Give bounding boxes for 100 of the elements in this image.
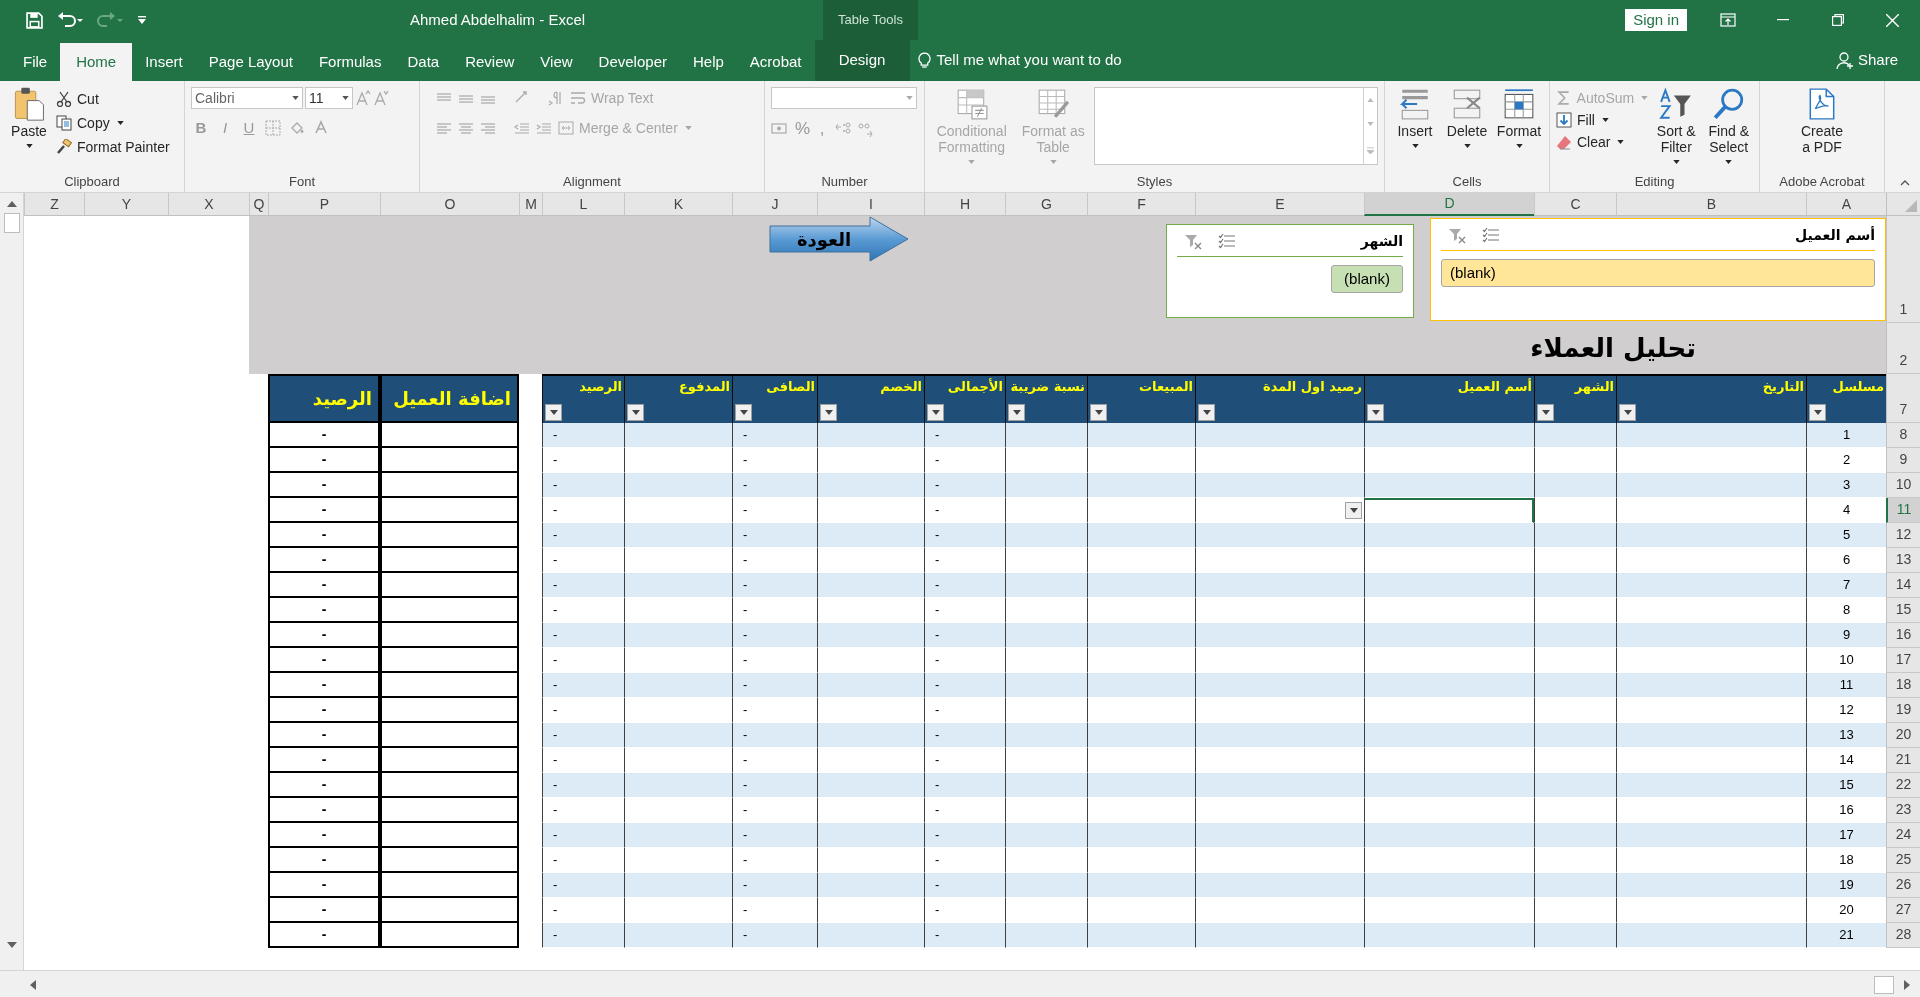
row-header[interactable]: 24 <box>1886 823 1920 848</box>
close-icon[interactable] <box>1886 13 1899 27</box>
ribbon-tab[interactable]: Help <box>679 43 737 81</box>
find-select-button[interactable]: Find & Select <box>1704 87 1753 164</box>
filter-dropdown-button[interactable] <box>927 404 944 421</box>
row-header[interactable]: 21 <box>1886 748 1920 773</box>
column-header[interactable]: I <box>817 193 924 216</box>
ribbon-tab[interactable]: Design <box>814 40 910 81</box>
font-name-field[interactable]: Calibri <box>191 87 303 109</box>
format-button[interactable]: Format <box>1495 87 1543 148</box>
row-header[interactable]: 17 <box>1886 648 1920 673</box>
sort-filter-button[interactable]: Sort & Filter <box>1652 87 1701 164</box>
customize-caret-icon[interactable] <box>137 15 147 25</box>
row-header[interactable]: 20 <box>1886 723 1920 748</box>
shrink-font-icon[interactable] <box>373 90 389 106</box>
column-header[interactable]: E <box>1195 193 1364 216</box>
save-icon[interactable] <box>26 11 43 29</box>
row-header[interactable]: 28 <box>1886 923 1920 948</box>
ribbon-tab[interactable]: Formulas <box>305 43 395 81</box>
row-header[interactable]: 18 <box>1886 673 1920 698</box>
text-direction-icon[interactable] <box>548 90 564 106</box>
ribbon-tab[interactable]: Insert <box>132 43 196 81</box>
insert-button[interactable]: Insert <box>1391 87 1439 148</box>
row-header[interactable]: 19 <box>1886 698 1920 723</box>
undo-icon[interactable] <box>57 12 83 28</box>
tell-me-field[interactable]: Tell me what you want to do <box>936 49 1122 72</box>
column-header[interactable]: H <box>924 193 1005 216</box>
scroll-left-icon[interactable] <box>30 979 36 990</box>
row-header[interactable]: 9 <box>1886 448 1920 473</box>
multi-select-icon[interactable] <box>1217 233 1237 250</box>
column-header[interactable]: F <box>1087 193 1195 216</box>
filter-dropdown-button[interactable] <box>1198 404 1215 421</box>
copy-button[interactable]: Copy <box>56 112 170 134</box>
filter-dropdown-button[interactable] <box>1809 404 1826 421</box>
ribbon-tab[interactable]: View <box>527 43 586 81</box>
column-header[interactable]: L <box>542 193 624 216</box>
ribbon-tab[interactable]: Data <box>394 43 453 81</box>
filter-dropdown-button[interactable] <box>1619 404 1636 421</box>
slicer-item[interactable]: (blank) <box>1441 259 1875 287</box>
row-header[interactable]: 27 <box>1886 898 1920 923</box>
filter-dropdown-button[interactable] <box>820 404 837 421</box>
column-header[interactable]: X <box>168 193 249 216</box>
row-header[interactable]: 15 <box>1886 598 1920 623</box>
column-header[interactable]: A <box>1806 193 1886 216</box>
row-header[interactable]: 2 <box>1886 323 1920 374</box>
scroll-down-icon[interactable] <box>6 942 17 948</box>
ribbon-tab[interactable]: Page Layout <box>195 43 306 81</box>
multi-select-icon[interactable] <box>1481 227 1501 244</box>
share-button[interactable]: Share <box>1835 40 1920 81</box>
ribbon-tab[interactable]: Review <box>452 43 528 81</box>
column-header[interactable]: Y <box>84 193 168 216</box>
minimize-icon[interactable] <box>1776 19 1789 21</box>
more-styles-icon[interactable] <box>1367 146 1374 154</box>
collapse-ribbon-icon[interactable] <box>1900 180 1910 186</box>
restore-icon[interactable] <box>1831 14 1844 26</box>
row-header[interactable]: 16 <box>1886 623 1920 648</box>
slicer-item[interactable]: (blank) <box>1331 265 1403 293</box>
row-header[interactable]: 1 <box>1886 216 1920 323</box>
column-header[interactable]: M <box>519 193 542 216</box>
filter-dropdown-button[interactable] <box>1537 404 1554 421</box>
scroll-right-icon[interactable] <box>1904 979 1910 990</box>
row-header[interactable]: 25 <box>1886 848 1920 873</box>
clear-filter-icon[interactable] <box>1183 233 1203 250</box>
row-header[interactable]: 23 <box>1886 798 1920 823</box>
ribbon-tab[interactable]: File <box>10 43 61 81</box>
row-header[interactable]: 26 <box>1886 873 1920 898</box>
row-header[interactable]: 10 <box>1886 473 1920 498</box>
ribbon-display-icon[interactable] <box>1719 13 1736 27</box>
column-header[interactable]: O <box>380 193 519 216</box>
row-header[interactable]: 22 <box>1886 773 1920 798</box>
ribbon-tab[interactable]: Acrobat <box>736 43 815 81</box>
validation-dropdown-button[interactable] <box>1345 501 1362 519</box>
redo-icon[interactable] <box>97 12 123 28</box>
sign-in-button[interactable]: Sign in <box>1625 9 1687 31</box>
column-header[interactable]: P <box>268 193 380 216</box>
column-header[interactable]: Z <box>24 193 84 216</box>
cut-button[interactable]: Cut <box>56 88 170 110</box>
paste-button[interactable]: Paste <box>6 87 52 148</box>
filter-dropdown-button[interactable] <box>735 404 752 421</box>
column-header[interactable]: J <box>732 193 817 216</box>
scroll-thumb[interactable] <box>1874 975 1894 994</box>
row-header[interactable]: 11 <box>1886 498 1920 523</box>
filter-dropdown-button[interactable] <box>1008 404 1025 421</box>
currency-icon[interactable] <box>771 120 789 137</box>
number-format-field[interactable] <box>771 87 917 109</box>
filter-dropdown-button[interactable] <box>1090 404 1107 421</box>
clear-button[interactable]: Clear <box>1556 131 1648 153</box>
fill-button[interactable]: Fill <box>1556 109 1648 131</box>
column-header[interactable]: G <box>1005 193 1087 216</box>
filter-dropdown-button[interactable] <box>545 404 562 421</box>
column-header[interactable]: Q <box>249 193 268 216</box>
row-header[interactable]: 8 <box>1886 423 1920 448</box>
row-header[interactable]: 14 <box>1886 573 1920 598</box>
filter-dropdown-button[interactable] <box>1367 404 1384 421</box>
back-arrow-button[interactable]: العودة <box>769 216 909 262</box>
clear-filter-icon[interactable] <box>1447 227 1467 244</box>
format-painter-button[interactable]: Format Painter <box>56 136 170 158</box>
filter-dropdown-button[interactable] <box>627 404 644 421</box>
row-header[interactable]: 7 <box>1886 374 1920 423</box>
column-header[interactable]: K <box>624 193 732 216</box>
